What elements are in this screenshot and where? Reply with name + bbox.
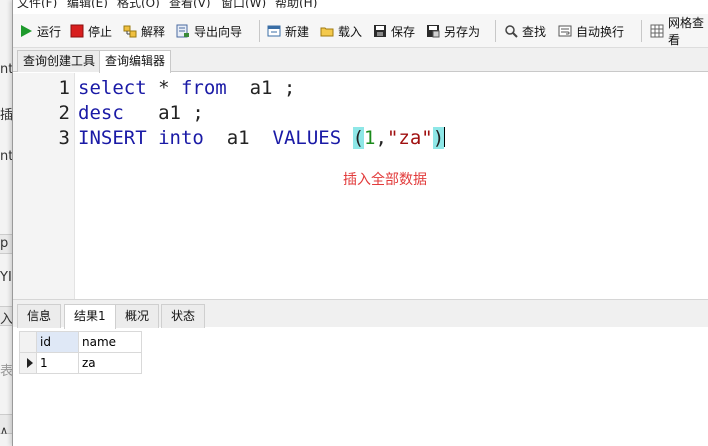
folder-icon (320, 24, 334, 38)
stop-label: 停止 (88, 24, 113, 39)
run-button[interactable]: 运行 (19, 20, 61, 42)
line-number-gutter: 1 2 3 (13, 73, 75, 299)
row-header-corner (19, 331, 37, 353)
new-query-icon (267, 24, 281, 38)
menu-edit[interactable]: 编辑(E) (67, 0, 108, 8)
load-label: 载入 (338, 24, 363, 39)
code-token: desc (78, 102, 124, 124)
result-grid: id name 1 za (19, 331, 149, 374)
result-tab-bar: 信息 结果1 概况 状态 (13, 299, 708, 329)
toolbar-separator (641, 20, 642, 42)
current-row-arrow-icon (27, 358, 33, 368)
tab-query-editor[interactable]: 查询编辑器 (99, 50, 172, 73)
code-token: a1 ; (123, 102, 204, 124)
find-label: 查找 (522, 24, 547, 39)
explain-icon (123, 24, 137, 38)
save-button[interactable]: 保存 (373, 20, 415, 42)
tab-status[interactable]: 状态 (161, 304, 206, 328)
code-line: desc a1 ; (78, 102, 204, 124)
menu-help[interactable]: 帮助(H) (275, 0, 317, 8)
toolbar-separator (495, 20, 496, 42)
column-header-id[interactable]: id (36, 331, 79, 353)
code-token: select (78, 77, 147, 99)
explain-button[interactable]: 解释 (123, 20, 165, 42)
code-token: ( (352, 127, 365, 149)
column-header-name[interactable]: name (78, 331, 142, 353)
word-wrap-label: 自动换行 (576, 24, 625, 39)
line-number: 3 (58, 127, 70, 149)
line-number: 1 (58, 77, 70, 99)
table-row[interactable]: 1 za (19, 352, 142, 374)
menu-view[interactable]: 查看(V) (169, 0, 211, 8)
grid-view-button[interactable]: 网格查看 (650, 16, 708, 47)
cell-name[interactable]: za (78, 352, 142, 374)
code-line: select * from a1 ; (78, 77, 295, 99)
menu-file[interactable]: 文件(F) (17, 0, 57, 8)
save-as-button[interactable]: 另存为 (426, 20, 480, 42)
code-token: "za" (386, 127, 433, 149)
new-button[interactable]: 新建 (267, 20, 309, 42)
floppy-icon (373, 24, 387, 38)
word-wrap-icon (558, 24, 572, 38)
bg-text-fragment: YI (0, 270, 12, 285)
bg-text-fragment: p (0, 236, 9, 251)
grid-view-label: 网格查看 (668, 16, 705, 47)
toolbar-separator (259, 20, 260, 42)
stop-icon (70, 24, 84, 38)
code-token: a1 (203, 127, 273, 149)
word-wrap-button[interactable]: 自动换行 (558, 20, 624, 42)
text-caret (444, 127, 446, 147)
bg-text-fragment: ∧ (0, 424, 9, 437)
header-row: id name (19, 331, 142, 353)
code-token: a1 ; (226, 77, 296, 99)
cell-id[interactable]: 1 (36, 352, 79, 374)
play-icon (19, 24, 33, 38)
code-token: from (180, 77, 227, 99)
code-token: VALUES (272, 127, 342, 149)
code-token: 1 (364, 127, 376, 149)
tab-profile[interactable]: 概况 (115, 304, 160, 328)
row-indicator (19, 352, 37, 374)
new-label: 新建 (285, 24, 310, 39)
find-button[interactable]: 查找 (504, 20, 546, 42)
save-label: 保存 (391, 24, 416, 39)
save-as-label: 另存为 (444, 24, 481, 39)
export-wizard-button[interactable]: 导出向导 (176, 20, 242, 42)
tab-info[interactable]: 信息 (17, 304, 62, 328)
export-wizard-label: 导出向导 (194, 24, 243, 39)
menu-bar: 文件(F) 编辑(E) 格式(O) 查看(V) 窗口(W) 帮助(H) (13, 0, 708, 8)
sql-editor[interactable]: 1 2 3 select * from a1 ; desc a1 ; INSER… (13, 73, 708, 299)
search-icon (504, 24, 518, 38)
export-icon (176, 24, 190, 38)
stop-button[interactable]: 停止 (70, 20, 112, 42)
menu-format[interactable]: 格式(O) (117, 0, 160, 8)
query-editor-window: 文件(F) 编辑(E) 格式(O) 查看(V) 窗口(W) 帮助(H) 运行 停… (12, 0, 708, 446)
code-token: into (158, 127, 204, 149)
tab-query-builder[interactable]: 查询创建工具 (17, 50, 102, 72)
toolbar: 运行 停止 解释 导出向导 新建 载入 保存 另存为 查找 自动换行 网格查看 (13, 14, 708, 48)
code-line: INSERT into a1 VALUES (1,"za") (78, 127, 446, 149)
document-tab-bar: 查询创建工具 查询编辑器 (13, 48, 708, 73)
menu-window[interactable]: 窗口(W) (221, 0, 266, 8)
line-number: 2 (58, 102, 70, 124)
code-token: * (146, 77, 181, 99)
grid-icon (650, 24, 664, 38)
annotation-text: 插入全部数据 (343, 172, 427, 188)
run-label: 运行 (37, 24, 62, 39)
save-as-icon (426, 24, 440, 38)
code-token: INSERT (78, 127, 147, 149)
tab-result1[interactable]: 结果1 (64, 304, 116, 329)
explain-label: 解释 (141, 24, 166, 39)
code-token: , (375, 127, 387, 149)
code-token: ) (432, 127, 445, 149)
load-button[interactable]: 载入 (320, 20, 362, 42)
